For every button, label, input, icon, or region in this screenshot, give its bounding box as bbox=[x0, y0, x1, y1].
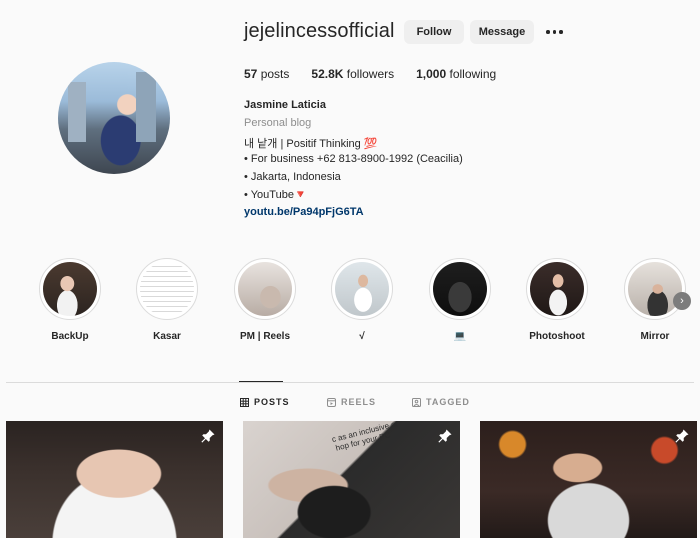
highlight-thumbnail bbox=[238, 262, 292, 316]
highlight-label: Mirror bbox=[640, 331, 670, 342]
highlight-label: Kasar bbox=[153, 331, 181, 342]
followers-label: followers bbox=[346, 67, 395, 81]
tab-reels[interactable]: REELS bbox=[327, 397, 376, 407]
pin-icon bbox=[201, 429, 215, 443]
highlight-thumbnail bbox=[43, 262, 97, 316]
following-label: following bbox=[449, 67, 497, 81]
highlight-thumbnail bbox=[628, 262, 682, 316]
tab-reels-label: REELS bbox=[341, 397, 377, 407]
followers-stat[interactable]: 52.8K followers bbox=[311, 67, 394, 81]
profile-username: jejelincessofficial bbox=[244, 20, 395, 42]
highlight-thumbnail bbox=[433, 262, 487, 316]
highlight-kasar[interactable]: Kasar bbox=[129, 258, 205, 342]
post-thumbnail[interactable] bbox=[480, 421, 697, 538]
highlight-thumbnail bbox=[335, 262, 389, 316]
following-stat[interactable]: 1,000 following bbox=[416, 67, 496, 81]
posts-stat: 57 posts bbox=[244, 67, 289, 81]
highlight-ring bbox=[624, 258, 686, 320]
posts-label: posts bbox=[260, 67, 290, 81]
highlight-check[interactable]: √ bbox=[324, 258, 400, 342]
highlight-ring bbox=[39, 258, 101, 320]
active-tab-indicator bbox=[239, 381, 283, 382]
grid-icon bbox=[240, 397, 249, 407]
highlight-photoshoot[interactable]: Photoshoot bbox=[519, 258, 595, 342]
tab-posts-label: POSTS bbox=[254, 397, 290, 407]
posts-count: 57 bbox=[244, 67, 258, 81]
bio-line: • For business +62 813-8900-1992 (Ceacil… bbox=[244, 153, 463, 165]
reels-icon bbox=[327, 397, 336, 407]
highlight-backup[interactable]: BackUp bbox=[32, 258, 108, 342]
following-count: 1,000 bbox=[416, 67, 447, 81]
profile-category: Personal blog bbox=[244, 117, 312, 129]
profile-avatar[interactable] bbox=[58, 62, 170, 174]
highlight-ring bbox=[526, 258, 588, 320]
highlight-label: √ bbox=[359, 331, 365, 342]
followers-count: 52.8K bbox=[311, 67, 344, 81]
highlight-ring bbox=[234, 258, 296, 320]
highlight-laptop[interactable]: 💻 bbox=[422, 258, 498, 342]
pin-icon bbox=[675, 429, 689, 443]
highlight-thumbnail bbox=[140, 262, 194, 316]
follow-button[interactable]: Follow bbox=[404, 20, 464, 44]
profile-stats: 57 posts 52.8K followers 1,000 following bbox=[244, 67, 496, 81]
post-thumbnail[interactable]: c as an inclusive or hop for your PC bbox=[243, 421, 460, 538]
post-thumbnail[interactable] bbox=[6, 421, 223, 538]
bio-line: • YouTube🔻 bbox=[244, 189, 308, 201]
highlight-pm-reels[interactable]: PM | Reels bbox=[227, 258, 303, 342]
highlight-label: Photoshoot bbox=[529, 331, 585, 342]
highlights-next-arrow-icon[interactable]: › bbox=[673, 292, 691, 310]
highlight-ring bbox=[429, 258, 491, 320]
highlight-ring bbox=[331, 258, 393, 320]
highlight-label: 💻 bbox=[453, 331, 467, 342]
profile-link[interactable]: youtu.be/Pa94pFjG6TA bbox=[244, 206, 364, 218]
tab-tagged[interactable]: TAGGED bbox=[412, 397, 470, 407]
profile-full-name: Jasmine Laticia bbox=[244, 99, 326, 111]
tab-posts[interactable]: POSTS bbox=[240, 397, 290, 407]
highlight-ring bbox=[136, 258, 198, 320]
message-button[interactable]: Message bbox=[470, 20, 534, 44]
highlight-label: PM | Reels bbox=[239, 331, 291, 342]
highlight-label: BackUp bbox=[51, 331, 89, 342]
more-options-icon[interactable] bbox=[546, 24, 566, 40]
pin-icon bbox=[438, 429, 452, 443]
bio-line: 내 낱개 | Positif Thinking 💯 bbox=[244, 138, 378, 150]
bio-line: • Jakarta, Indonesia bbox=[244, 171, 341, 183]
highlight-thumbnail bbox=[530, 262, 584, 316]
tab-tagged-label: TAGGED bbox=[426, 397, 470, 407]
tabs-divider bbox=[6, 382, 694, 383]
tagged-icon bbox=[412, 397, 421, 407]
